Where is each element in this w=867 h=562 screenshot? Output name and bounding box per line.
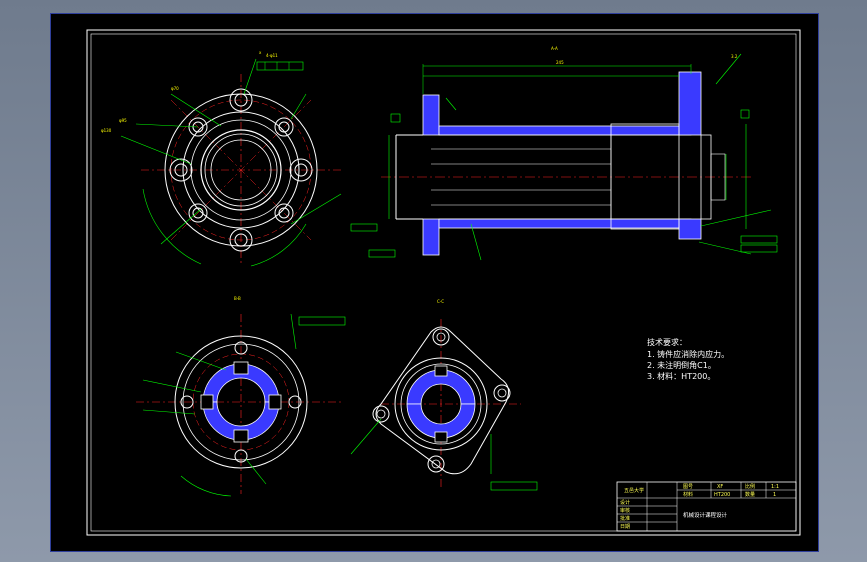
tech-requirement-1: 1. 铸件应消除内应力。 (647, 350, 730, 359)
title-block-scale: 1:1 (771, 484, 780, 490)
title-block-label-date: 日期 (620, 524, 631, 530)
svg-text:245: 245 (556, 60, 564, 65)
title-block-label-approver: 批准 (620, 516, 631, 522)
tech-requirements-heading: 技术要求： (647, 338, 687, 347)
tech-requirement-3: 3. 材料：HT200。 (647, 372, 716, 381)
cad-viewport[interactable]: 4-φ11 φ130 φ95 φ70 x A-A 245 3.2 B-B C-C… (50, 13, 819, 552)
svg-text:4-φ11: 4-φ11 (266, 53, 278, 58)
title-block-label-quantity: 数量 (745, 492, 756, 498)
bb-section-view: B-B (136, 296, 346, 497)
title-block-label-designer: 设计 (620, 500, 631, 506)
svg-text:φ70: φ70 (171, 86, 179, 91)
tech-requirement-2: 2. 未注明倒角C1。 (647, 361, 716, 370)
cc-section-view: C-C (350, 299, 538, 491)
title-block-drawing-title: 机械设计课程设计 (683, 513, 728, 519)
flange-front-view: 4-φ11 φ130 φ95 φ70 x (101, 50, 342, 267)
title-block-material: HT200 (714, 492, 731, 498)
svg-text:φ95: φ95 (119, 118, 127, 123)
title-block-company: 五邑大学 (624, 488, 645, 494)
title-block-label-material: 材料 (683, 492, 694, 498)
title-block-label-scale: 比例 (745, 484, 756, 490)
svg-text:3.2: 3.2 (731, 54, 738, 59)
title-block-label-checker: 审核 (620, 508, 631, 514)
shaft-section-view: A-A 245 3.2 (350, 46, 778, 261)
section-label-aa: A-A (551, 46, 558, 51)
title-block-label-drawing-no: 图号 (683, 484, 694, 490)
section-label-bb: B-B (234, 296, 241, 301)
title-block-drawing-no: XF (717, 484, 724, 490)
title-block-quantity: 1 (773, 492, 777, 498)
svg-text:x: x (259, 50, 262, 55)
section-label-cc: C-C (437, 299, 444, 304)
svg-text:φ130: φ130 (101, 128, 112, 133)
